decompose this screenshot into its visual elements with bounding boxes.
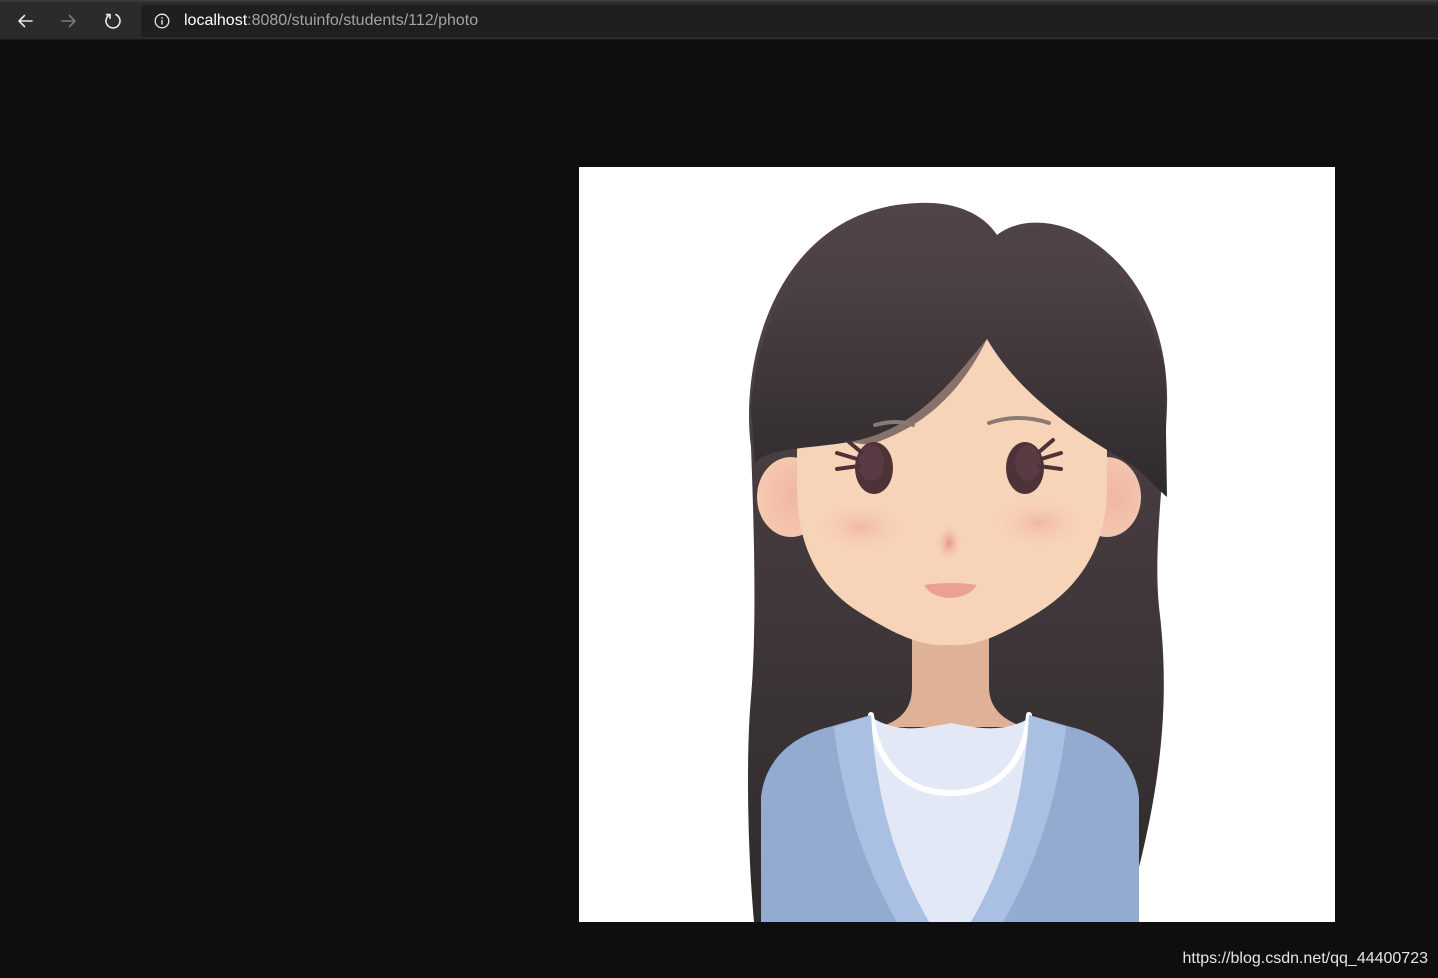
url-text[interactable]: localhost:8080/stuinfo/students/112/phot…	[184, 12, 478, 30]
girl-avatar-illustration	[747, 202, 1168, 922]
address-bar[interactable]: localhost:8080/stuinfo/students/112/phot…	[141, 5, 1438, 37]
left-blush	[813, 501, 909, 553]
right-blush	[991, 497, 1087, 549]
page-viewport: https://blog.csdn.net/qq_44400723	[0, 40, 1438, 978]
url-host: localhost	[184, 12, 248, 29]
info-icon[interactable]	[153, 12, 171, 30]
nose	[935, 519, 963, 559]
back-button[interactable]	[9, 6, 41, 36]
watermark-text: https://blog.csdn.net/qq_44400723	[1182, 950, 1428, 967]
reload-icon	[103, 11, 123, 31]
back-arrow-icon	[15, 11, 35, 31]
forward-arrow-icon	[59, 11, 79, 31]
forward-button[interactable]	[53, 6, 85, 36]
reload-button[interactable]	[97, 6, 129, 36]
browser-toolbar: localhost:8080/stuinfo/students/112/phot…	[0, 0, 1438, 40]
url-path: :8080/stuinfo/students/112/photo	[247, 12, 479, 29]
student-photo	[579, 167, 1335, 922]
